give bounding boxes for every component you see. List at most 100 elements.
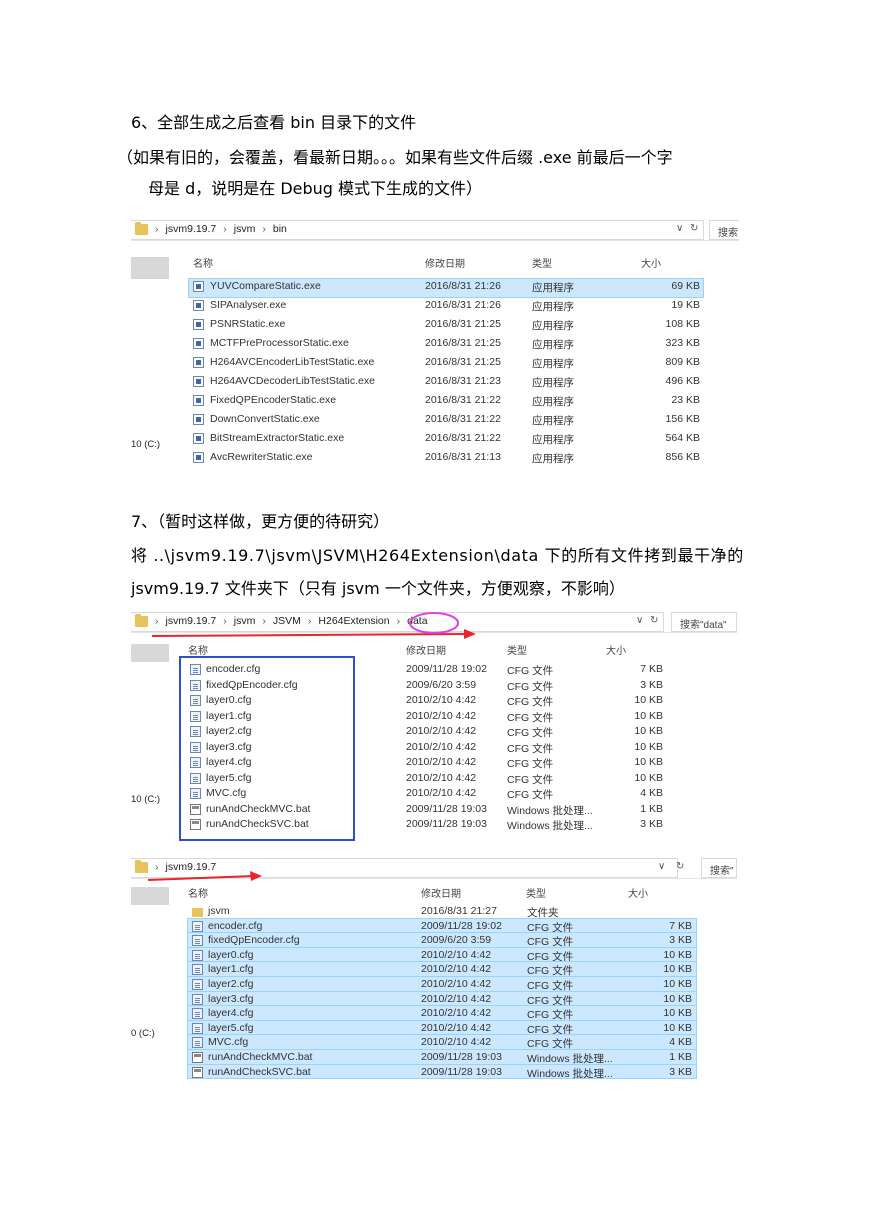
column-header-size[interactable]: 大小 (606, 642, 626, 657)
column-header-name[interactable]: 名称 (193, 255, 213, 270)
file-row[interactable]: layer0.cfg 2010/2/10 4:42 CFG 文件 10 KB (187, 946, 697, 963)
file-row[interactable]: YUVCompareStatic.exe 2016/8/31 21:26 应用程序 6… (188, 278, 704, 298)
chevron-right-icon[interactable]: › (262, 223, 266, 235)
file-row[interactable]: layer2.cfg 2010/2/10 4:42 CFG 文件 10 KB (186, 724, 666, 739)
file-row[interactable]: H264AVCDecoderLibTestStatic.exe 2016/8/31… (189, 374, 703, 392)
breadcrumb-item[interactable]: jsvm9.19.7 (166, 861, 217, 873)
chevron-right-icon[interactable]: › (397, 615, 401, 627)
column-header-date[interactable]: 修改日期 (425, 255, 465, 270)
folder-icon (135, 860, 148, 873)
column-header-name[interactable]: 名称 (188, 642, 208, 657)
file-name: layer0.cfg (206, 694, 252, 706)
file-date: 2016/8/31 21:26 (425, 299, 501, 311)
breadcrumb[interactable]: › jsvm9.19.7 › jsvm › bin (155, 223, 287, 235)
file-row[interactable]: runAndCheckMVC.bat 2009/11/28 19:03 Window… (187, 1049, 697, 1065)
chevron-right-icon[interactable]: › (155, 615, 159, 627)
file-row[interactable]: layer1.cfg 2010/2/10 4:42 CFG 文件 10 KB (187, 961, 697, 977)
search-box[interactable]: 搜索"data" (671, 612, 737, 632)
file-row[interactable]: BitStreamExtractorStatic.exe 2016/8/31 21… (189, 431, 703, 449)
file-date: 2016/8/31 21:25 (425, 318, 501, 330)
column-header-type[interactable]: 类型 (526, 885, 546, 900)
breadcrumb-item[interactable]: JSVM (273, 615, 301, 627)
search-box[interactable]: 搜索 (709, 220, 739, 240)
file-row[interactable]: runAndCheckMVC.bat 2009/11/28 19:03 Window… (186, 802, 666, 817)
file-row[interactable]: fixedQpEncoder.cfg 2009/6/20 3:59 CFG 文件 3 … (186, 678, 666, 693)
file-row[interactable]: MCTFPreProcessorStatic.exe 2016/8/31 21:2… (189, 336, 703, 354)
drive-label[interactable]: 10 (C:) (131, 794, 160, 805)
file-row[interactable]: layer2.cfg 2010/2/10 4:42 CFG 文件 10 KB (187, 976, 697, 992)
file-row[interactable]: runAndCheckSVC.bat 2009/11/28 19:03 Window… (186, 817, 666, 832)
file-type: 应用程序 (532, 282, 574, 294)
nav-pane-item[interactable] (131, 887, 169, 905)
file-date: 2010/2/10 4:42 (421, 978, 492, 990)
file-row[interactable]: layer5.cfg 2010/2/10 4:42 CFG 文件 10 KB (186, 771, 666, 786)
nav-pane-item[interactable] (131, 257, 169, 279)
chevron-right-icon[interactable]: › (155, 223, 159, 235)
chevron-right-icon[interactable]: › (223, 615, 227, 627)
drive-label[interactable]: 10 (C:) (131, 439, 160, 450)
config-file-icon (190, 679, 201, 691)
file-size: 496 KB (665, 375, 700, 387)
file-row[interactable]: MVC.cfg 2010/2/10 4:42 CFG 文件 4 KB (186, 786, 666, 801)
breadcrumb-item[interactable]: H264Extension (318, 615, 389, 627)
file-row[interactable]: fixedQpEncoder.cfg 2009/6/20 3:59 CFG 文件 3 … (187, 932, 697, 948)
breadcrumb-item[interactable]: jsvm (234, 615, 256, 627)
file-row[interactable]: layer4.cfg 2010/2/10 4:42 CFG 文件 10 KB (187, 1005, 697, 1021)
refresh-icon[interactable]: ↻ (676, 861, 684, 872)
file-row[interactable]: layer0.cfg 2010/2/10 4:42 CFG 文件 10 KB (186, 693, 666, 708)
file-row[interactable]: FixedQPEncoderStatic.exe 2016/8/31 21:22 应… (189, 393, 703, 411)
file-row[interactable]: runAndCheckSVC.bat 2009/11/28 19:03 Window… (187, 1063, 697, 1080)
folder-icon (192, 908, 203, 917)
column-header-type[interactable]: 类型 (532, 255, 552, 270)
column-header-name[interactable]: 名称 (188, 885, 208, 900)
drive-label[interactable]: 0 (C:) (131, 1028, 155, 1039)
column-header-type[interactable]: 类型 (507, 642, 527, 657)
refresh-icon[interactable]: ↻ (690, 223, 698, 234)
chevron-down-icon[interactable]: ∨ (676, 223, 683, 234)
file-row[interactable]: MVC.cfg 2010/2/10 4:42 CFG 文件 4 KB (187, 1034, 697, 1050)
search-box[interactable]: 搜索" (701, 858, 737, 878)
file-row[interactable]: PSNRStatic.exe 2016/8/31 21:25 应用程序 108 KB (189, 317, 703, 335)
file-row[interactable]: jsvm 2016/8/31 21:27 文件夹 (188, 904, 696, 919)
breadcrumb[interactable]: › jsvm9.19.7 (155, 861, 216, 873)
chevron-right-icon[interactable]: › (262, 615, 266, 627)
breadcrumb-item[interactable]: jsvm9.19.7 (166, 223, 217, 235)
application-icon (193, 300, 204, 311)
file-row[interactable]: DownConvertStatic.exe 2016/8/31 21:22 应用程序… (189, 412, 703, 430)
chevron-down-icon[interactable]: ∨ (658, 861, 665, 872)
breadcrumb-item[interactable]: jsvm9.19.7 (166, 615, 217, 627)
file-row[interactable]: encoder.cfg 2009/11/28 19:02 CFG 文件 7 KB (186, 662, 666, 677)
breadcrumb-item[interactable]: data (407, 615, 427, 627)
chevron-right-icon[interactable]: › (308, 615, 312, 627)
file-row[interactable]: SIPAnalyser.exe 2016/8/31 21:26 应用程序 19 KB (189, 298, 703, 316)
breadcrumb-item[interactable]: bin (273, 223, 287, 235)
address-bar[interactable]: › jsvm9.19.7 › jsvm › bin ∨ ↻ 搜索 (131, 220, 739, 241)
file-row[interactable]: layer4.cfg 2010/2/10 4:42 CFG 文件 10 KB (186, 755, 666, 770)
file-type: Windows 批处理... (527, 1067, 613, 1080)
chevron-right-icon[interactable]: › (155, 861, 159, 873)
file-row[interactable]: AvcRewriterStatic.exe 2016/8/31 21:13 应用程序… (189, 450, 703, 468)
file-row[interactable]: layer3.cfg 2010/2/10 4:42 CFG 文件 10 KB (186, 740, 666, 755)
file-size: 7 KB (640, 663, 663, 675)
column-header-size[interactable]: 大小 (641, 255, 661, 270)
file-size: 7 KB (669, 919, 692, 932)
chevron-right-icon[interactable]: › (223, 223, 227, 235)
breadcrumb[interactable]: › jsvm9.19.7 › jsvm › JSVM › H264Extension › data (155, 615, 428, 627)
file-row[interactable]: H264AVCEncoderLibTestStatic.exe 2016/8/31… (189, 355, 703, 373)
chevron-down-icon[interactable]: ∨ (636, 615, 643, 626)
column-header-date[interactable]: 修改日期 (406, 642, 446, 657)
file-row[interactable]: layer3.cfg 2010/2/10 4:42 CFG 文件 10 KB (187, 990, 697, 1007)
address-bar[interactable]: › jsvm9.19.7 › jsvm › JSVM › H264Extension › data… (131, 612, 737, 633)
file-row[interactable]: encoder.cfg 2009/11/28 19:02 CFG 文件 7 KB (187, 917, 697, 934)
file-type: CFG 文件 (507, 696, 554, 708)
file-row[interactable]: layer5.cfg 2010/2/10 4:42 CFG 文件 10 KB (187, 1019, 697, 1036)
nav-pane-item[interactable] (131, 644, 169, 662)
column-header-size[interactable]: 大小 (628, 885, 648, 900)
refresh-icon[interactable]: ↻ (650, 615, 658, 626)
file-size: 10 KB (634, 771, 663, 784)
config-file-icon (192, 964, 203, 976)
file-row[interactable]: layer1.cfg 2010/2/10 4:42 CFG 文件 10 KB (186, 709, 666, 724)
breadcrumb-item[interactable]: jsvm (234, 223, 256, 235)
address-bar[interactable]: › jsvm9.19.7 ∨ ↻ 搜索" (131, 858, 737, 879)
column-header-date[interactable]: 修改日期 (421, 885, 461, 900)
